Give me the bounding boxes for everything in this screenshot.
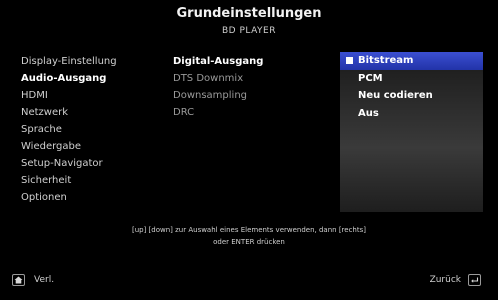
menu-item-sprache[interactable]: Sprache	[21, 121, 161, 138]
submenu-item-drc[interactable]: DRC	[173, 104, 333, 121]
selected-indicator-icon	[346, 57, 353, 64]
option-aus[interactable]: Aus	[340, 105, 483, 123]
page-subtitle: BD PLAYER	[221, 26, 276, 36]
option-label: Neu codieren	[358, 90, 433, 101]
menu-item-netzwerk[interactable]: Netzwerk	[21, 104, 161, 121]
menu-item-sicherheit[interactable]: Sicherheit	[21, 172, 161, 189]
option-label: Bitstream	[358, 55, 414, 66]
back-label: Zurück	[429, 275, 461, 285]
option-label: PCM	[358, 72, 383, 84]
menu-item-wiedergabe[interactable]: Wiedergabe	[21, 138, 161, 155]
option-pcm[interactable]: PCM	[340, 70, 483, 88]
menu-item-setup-navigator[interactable]: Setup-Navigator	[21, 155, 161, 172]
option-bitstream[interactable]: Bitstream	[340, 52, 483, 70]
back-button[interactable]: Zurück	[430, 274, 481, 286]
option-label: Aus	[358, 107, 379, 119]
menu-item-audio-ausgang[interactable]: Audio-Ausgang	[21, 70, 161, 87]
submenu-item-digital-ausgang[interactable]: Digital-Ausgang	[173, 53, 333, 70]
option-neu-codieren[interactable]: Neu codieren	[340, 87, 483, 105]
submenu: Digital-Ausgang DTS Downmix Downsampling…	[173, 53, 333, 121]
submenu-item-downsampling[interactable]: Downsampling	[173, 87, 333, 104]
header: Grundeinstellungen BD PLAYER	[0, 6, 498, 36]
options-panel: Bitstream PCM Neu codieren Aus	[340, 52, 483, 212]
submenu-item-dts-downmix[interactable]: DTS Downmix	[173, 70, 333, 87]
hint-line-1: [up] [down] zur Auswahl eines Elements v…	[131, 226, 366, 234]
menu-item-display-einstellung[interactable]: Display-Einstellung	[21, 53, 161, 70]
navigation-hint: [up] [down] zur Auswahl eines Elements v…	[0, 224, 498, 248]
main-menu: Display-Einstellung Audio-Ausgang HDMI N…	[21, 53, 161, 206]
page-title: Grundeinstellungen	[176, 6, 322, 21]
hint-line-2: oder ENTER drücken	[213, 238, 285, 246]
home-icon	[12, 274, 25, 286]
home-label: Verl.	[34, 275, 55, 285]
menu-item-optionen[interactable]: Optionen	[21, 189, 161, 206]
menu-item-hdmi[interactable]: HDMI	[21, 87, 161, 104]
return-icon	[468, 274, 481, 286]
home-button[interactable]: Verl.	[12, 274, 54, 286]
